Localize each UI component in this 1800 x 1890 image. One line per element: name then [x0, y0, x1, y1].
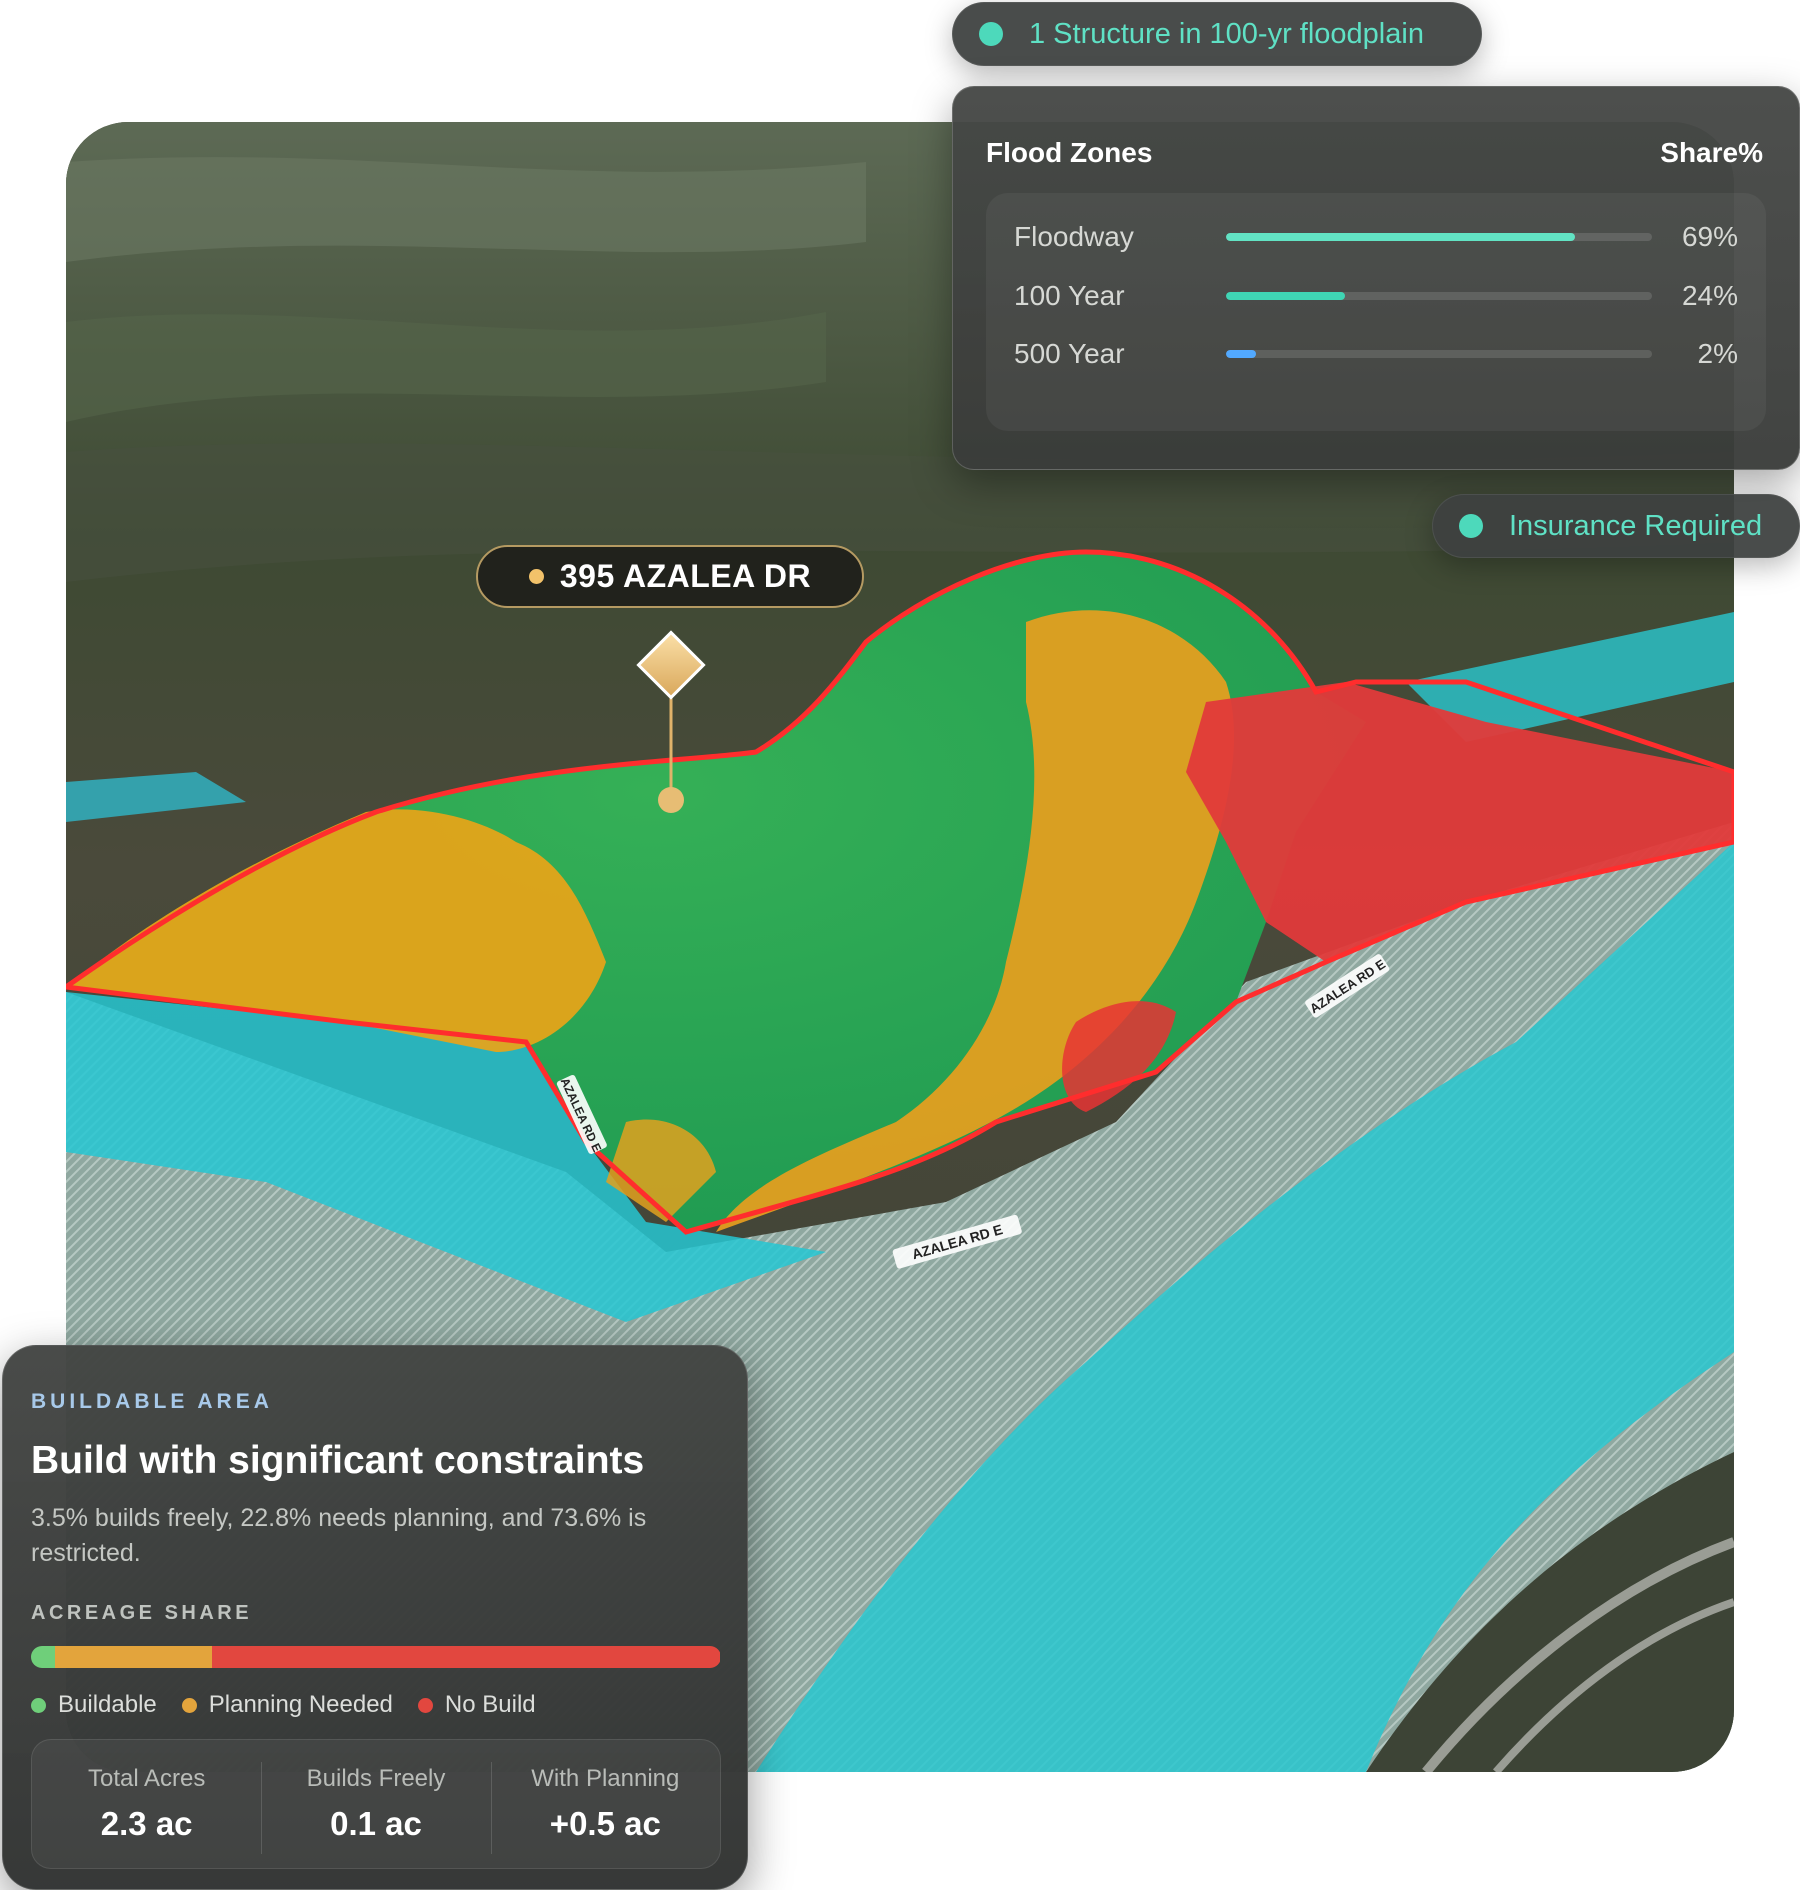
- stat-label: Total Acres: [87, 1765, 206, 1792]
- flood-zone-bar-fill: [1226, 233, 1576, 241]
- legend-item-buildable: Buildable: [31, 1691, 157, 1719]
- acreage-stats: Total Acres 2.3 ac Builds Freely 0.1 ac …: [31, 1739, 721, 1869]
- legend-item-planning: Planning Needed: [181, 1691, 393, 1719]
- ridge-texture: [66, 157, 866, 262]
- location-pin-icon[interactable]: [626, 620, 716, 820]
- stat-total-acres: Total Acres 2.3 ac: [32, 1740, 261, 1868]
- legend-item-nobuild: No Build: [417, 1691, 536, 1719]
- flood-zone-bar: [1226, 350, 1652, 358]
- flood-zones-list: Floodway 69% 100 Year 24% 500 Year 2%: [986, 193, 1766, 431]
- legend-label: Buildable: [58, 1691, 157, 1718]
- acreage-legend: Buildable Planning Needed No Build: [31, 1691, 561, 1719]
- floodplain-structure-text: 1 Structure in 100-yr floodplain: [1029, 17, 1424, 50]
- stat-value: 0.1 ac: [330, 1805, 422, 1842]
- stat-value: 2.3 ac: [100, 1805, 193, 1842]
- buildable-area-description: 3.5% builds freely, 22.8% needs planning…: [31, 1504, 647, 1567]
- insurance-required-pill: Insurance Required: [1432, 494, 1800, 558]
- flood-zone-label: 500 Year: [1014, 338, 1125, 369]
- legend-dot: [31, 1697, 46, 1713]
- flood-zone-row-100-year: 100 Year 24%: [1014, 276, 1738, 316]
- address-dot: [528, 569, 544, 584]
- flood-zone-bar: [1226, 292, 1652, 300]
- legend-dot: [181, 1697, 197, 1713]
- stat-builds-freely: Builds Freely 0.1 ac: [261, 1740, 490, 1868]
- flood-zone-row-500-year: 500 Year 2%: [1014, 334, 1738, 374]
- acreage-share-bar: [31, 1646, 721, 1668]
- flood-zone-label: 100 Year: [1014, 280, 1125, 311]
- flood-zone-row-floodway: Floodway 69%: [1014, 217, 1738, 257]
- legend-label: Planning Needed: [208, 1691, 393, 1718]
- address-label[interactable]: 395 AZALEA DR: [476, 545, 864, 608]
- flood-zone-percent: 69%: [1681, 221, 1738, 252]
- status-dot: [979, 22, 1003, 46]
- buildable-area-panel: BUILDABLE AREA Build with significant co…: [2, 1345, 748, 1890]
- acreage-share-label: ACREAGE SHARE: [31, 1602, 253, 1624]
- buildable-area-title: Build with significant constraints: [31, 1439, 645, 1482]
- stat-value: +0.5 ac: [549, 1805, 661, 1842]
- flood-zones-panel: Flood Zones Share% Floodway 69% 100 Year…: [952, 86, 1800, 470]
- address-text: 395 AZALEA DR: [559, 558, 812, 594]
- flood-zones-title: Flood Zones: [986, 137, 1153, 168]
- flood-zone-label: Floodway: [1014, 221, 1134, 252]
- flood-zone-percent: 24%: [1681, 280, 1738, 311]
- flood-zone-bar-fill: [1226, 292, 1346, 300]
- stat-label: Builds Freely: [306, 1765, 446, 1792]
- flood-zone-bar-fill: [1226, 350, 1256, 358]
- status-dot: [1459, 514, 1483, 538]
- insurance-required-text: Insurance Required: [1509, 509, 1763, 542]
- flood-zone-percent: 2%: [1697, 338, 1738, 369]
- legend-dot: [417, 1697, 433, 1713]
- share-segment-planning: [55, 1646, 213, 1668]
- flood-zone-bar: [1226, 233, 1652, 241]
- floodplain-structure-pill: 1 Structure in 100-yr floodplain: [952, 2, 1482, 66]
- buildable-area-eyebrow: BUILDABLE AREA: [31, 1390, 273, 1413]
- share-segment-nobuild: [212, 1646, 721, 1668]
- legend-label: No Build: [444, 1691, 536, 1718]
- stat-label: With Planning: [531, 1765, 680, 1792]
- share-segment-buildable: [31, 1646, 56, 1668]
- share-header: Share%: [1660, 137, 1763, 168]
- stat-with-planning: With Planning +0.5 ac: [490, 1740, 720, 1868]
- flood-zones-header: Flood Zones Share%: [986, 137, 1763, 169]
